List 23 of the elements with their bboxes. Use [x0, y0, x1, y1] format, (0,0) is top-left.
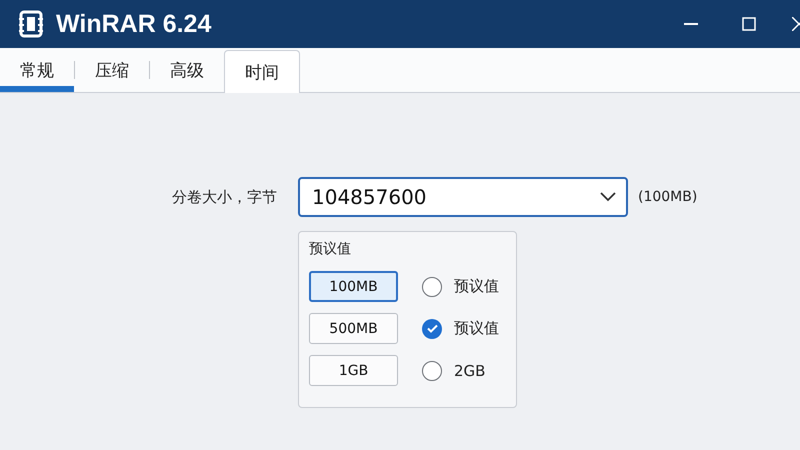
radio-button[interactable] [422, 360, 442, 380]
radio-label: 预议值 [454, 277, 499, 296]
tab[interactable]: 压缩 [75, 52, 149, 92]
tab[interactable]: 高级 [150, 52, 224, 92]
preset-button[interactable]: 1GB [309, 355, 398, 386]
radio-label: 预议值 [454, 319, 499, 338]
maximize-icon[interactable] [742, 17, 756, 31]
size-note: (100MB) [638, 189, 698, 205]
group-title: 预议值 [309, 240, 352, 258]
tab[interactable]: 时间 [224, 50, 300, 93]
check-icon [426, 324, 438, 333]
field-label: 分卷大小，字节 [172, 188, 278, 206]
radio-button[interactable] [422, 318, 442, 338]
preset-button[interactable]: 100MB [309, 271, 398, 302]
chevron-down-icon[interactable] [600, 192, 616, 202]
close-icon[interactable] [792, 17, 800, 31]
volume-size-combo[interactable]: 104857600 [298, 177, 628, 217]
tab[interactable]: 常规 [0, 52, 74, 92]
field-value: 104857600 [312, 185, 427, 209]
window-title: WinRAR 6.24 [56, 10, 212, 38]
radio-button[interactable] [422, 276, 442, 296]
radio-label: 2GB [454, 362, 486, 380]
preset-button[interactable]: 500MB [309, 313, 398, 344]
